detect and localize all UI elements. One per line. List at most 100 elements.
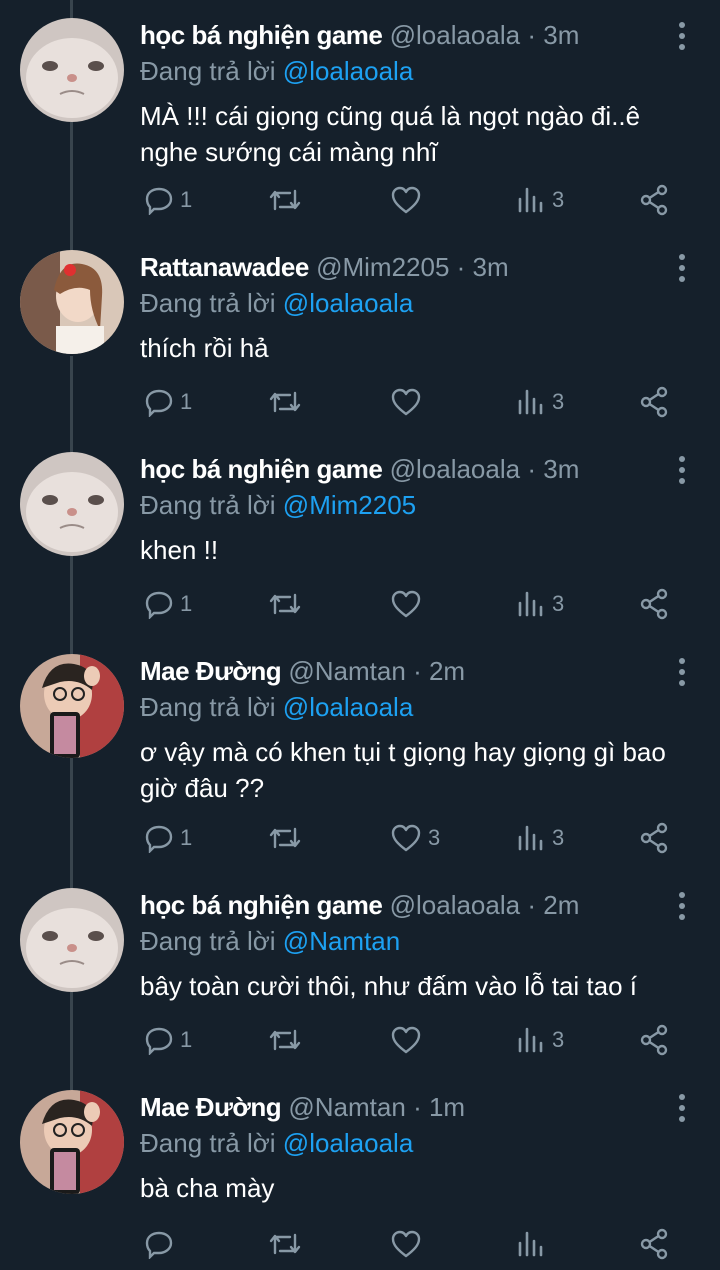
retweet-button[interactable] [268,1020,308,1060]
replying-label: Đang trả lời [140,56,276,86]
tweet-actions: 1 3 [140,180,700,220]
like-button[interactable] [390,1020,428,1060]
tweet-text: bây toàn cười thôi, như đấm vào lỗ tai t… [140,971,638,1001]
like-button[interactable] [390,1224,428,1264]
selfie-avatar[interactable] [20,1090,124,1194]
heart-icon [391,388,421,416]
timestamp[interactable]: 1m [429,1092,465,1122]
separator: · [527,454,536,484]
heart-icon [391,186,421,214]
reply-mention-link[interactable]: @loalaoala [283,288,413,318]
display-name[interactable]: học bá nghiện game [140,20,383,50]
more-options-icon[interactable] [672,22,692,52]
reply-button[interactable]: 1 [144,382,192,422]
separator: · [413,656,422,686]
reply-mention-link[interactable]: @loalaoala [283,56,413,86]
tweet-actions: 1 3 [140,584,700,624]
user-handle[interactable]: @Namtan [288,656,405,686]
share-button[interactable] [638,180,670,220]
share-button[interactable] [638,818,670,858]
thread-line [70,356,73,452]
retweet-button[interactable] [268,1224,308,1264]
like-button[interactable] [390,382,428,422]
timestamp[interactable]: 3m [543,20,579,50]
more-options-icon[interactable] [672,1094,692,1124]
share-button[interactable] [638,1020,670,1060]
more-options-icon[interactable] [672,892,692,922]
separator: · [527,890,536,920]
share-icon [640,386,668,418]
more-options-icon[interactable] [672,658,692,688]
reply-button[interactable]: 1 [144,180,192,220]
display-name[interactable]: Rattanawadee [140,252,309,282]
user-handle[interactable]: @loalaoala [390,890,520,920]
more-options-icon[interactable] [672,254,692,284]
reply-button[interactable] [144,1224,180,1264]
views-button[interactable]: 3 [516,584,564,624]
tweet-header: Mae Đường @Namtan · 2m [140,654,680,694]
heart-icon [391,824,421,852]
like-button[interactable] [390,584,428,624]
views-count: 3 [552,187,565,212]
user-handle[interactable]: @loalaoala [390,454,520,484]
reply-icon [145,591,173,619]
display-name[interactable]: học bá nghiện game [140,454,383,484]
reply-mention-link[interactable]: @loalaoala [283,692,413,722]
timestamp[interactable]: 2m [543,890,579,920]
like-button[interactable] [390,180,428,220]
cat-avatar[interactable] [20,888,124,992]
reply-icon [145,825,173,853]
girl-avatar[interactable] [20,250,124,354]
reply-button[interactable]: 1 [144,818,192,858]
retweet-icon [269,593,301,615]
retweet-button[interactable] [268,382,308,422]
tweet-text: bà cha mày [140,1173,275,1203]
analytics-icon [518,187,543,213]
share-button[interactable] [638,584,670,624]
share-icon [640,1228,668,1260]
user-handle[interactable]: @Mim2205 [316,252,449,282]
tweet-text: thích rồi hả [140,333,269,363]
views-button[interactable]: 3 [516,818,564,858]
replying-to: Đang trả lời @Mim2205 [140,488,416,522]
display-name[interactable]: học bá nghiện game [140,890,383,920]
reply-icon [145,187,173,215]
selfie-avatar[interactable] [20,654,124,758]
reply-mention-link[interactable]: @Namtan [283,926,400,956]
tweet-actions [140,1224,700,1264]
timestamp[interactable]: 3m [543,454,579,484]
display-name[interactable]: Mae Đường [140,1092,282,1122]
timestamp[interactable]: 3m [473,252,509,282]
cat-avatar[interactable] [20,452,124,556]
user-handle[interactable]: @loalaoala [390,20,520,50]
share-icon [640,1024,668,1056]
separator: · [527,20,536,50]
reply-mention-link[interactable]: @loalaoala [283,1128,413,1158]
views-button[interactable]: 3 [516,1020,564,1060]
reply-button[interactable]: 1 [144,1020,192,1060]
more-options-icon[interactable] [672,456,692,486]
tweet-header: học bá nghiện game @loalaoala · 3m [140,452,680,492]
thread-line [70,992,73,1090]
timestamp[interactable]: 2m [429,656,465,686]
share-button[interactable] [638,1224,670,1264]
cat-avatar[interactable] [20,18,124,122]
retweet-button[interactable] [268,584,308,624]
tweet-header: học bá nghiện game @loalaoala · 2m [140,888,680,928]
views-button[interactable]: 3 [516,180,564,220]
reply-button[interactable]: 1 [144,584,192,624]
retweet-button[interactable] [268,180,308,220]
views-button[interactable] [516,1224,552,1264]
retweet-button[interactable] [268,818,308,858]
views-count: 3 [552,825,565,850]
reply-icon [145,1231,173,1259]
tweet-actions: 1 3 [140,382,700,422]
like-button[interactable]: 3 [390,818,440,858]
reply-mention-link[interactable]: @Mim2205 [283,490,416,520]
retweet-icon [269,827,301,849]
display-name[interactable]: Mae Đường [140,656,282,686]
reply-count: 1 [180,591,193,616]
user-handle[interactable]: @Namtan [288,1092,405,1122]
views-button[interactable]: 3 [516,382,564,422]
share-button[interactable] [638,382,670,422]
